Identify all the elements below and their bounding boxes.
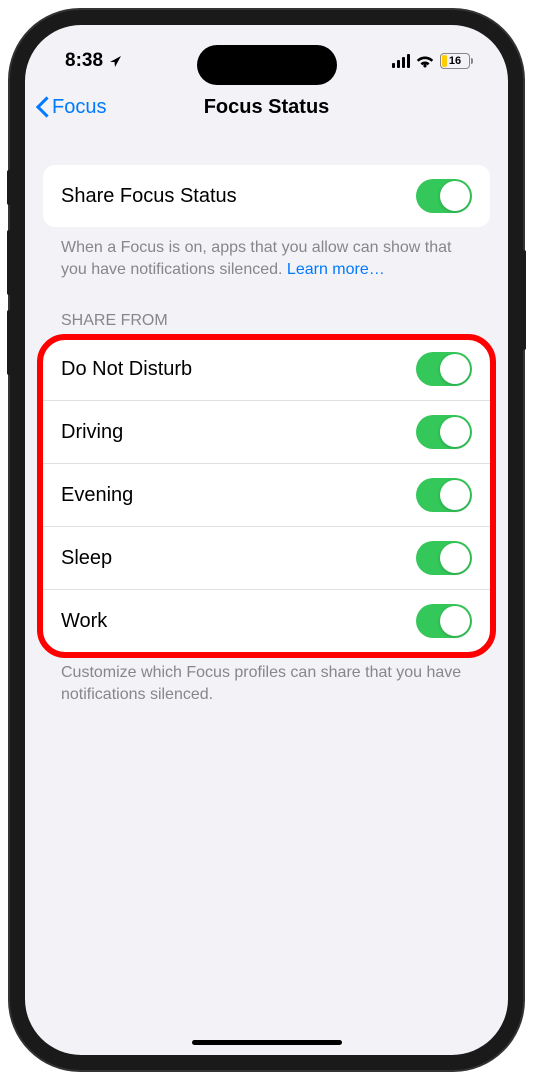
share-focus-group: Share Focus Status <box>43 165 490 227</box>
chevron-left-icon <box>35 95 49 119</box>
phone-screen: 8:38 16 <box>25 25 508 1055</box>
power-button <box>522 250 526 350</box>
dynamic-island <box>197 45 337 85</box>
content-area: Share Focus Status When a Focus is on, a… <box>25 133 508 705</box>
share-from-footer: Customize which Focus profiles can share… <box>43 652 490 705</box>
row-label: Work <box>61 610 107 633</box>
volume-down <box>7 310 11 375</box>
share-from-header: Share From <box>43 280 490 338</box>
navigation-bar: Focus Focus Status <box>25 85 508 133</box>
share-focus-footer: When a Focus is on, apps that you allow … <box>43 227 490 280</box>
row-label: Evening <box>61 484 133 507</box>
location-icon <box>108 54 123 69</box>
status-right: 16 <box>392 53 473 69</box>
driving-toggle[interactable] <box>416 415 472 449</box>
share-focus-status-label: Share Focus Status <box>61 185 237 208</box>
page-title: Focus Status <box>204 96 330 119</box>
evening-toggle[interactable] <box>416 478 472 512</box>
row-label: Sleep <box>61 547 112 570</box>
share-from-group: Do Not Disturb Driving Evening Sleep <box>43 338 490 652</box>
row-label: Driving <box>61 421 123 444</box>
work-toggle[interactable] <box>416 604 472 638</box>
battery-level: 16 <box>449 55 461 67</box>
cellular-signal-icon <box>392 54 410 68</box>
row-label: Do Not Disturb <box>61 358 192 381</box>
share-from-highlighted: Do Not Disturb Driving Evening Sleep <box>43 338 490 652</box>
share-from-do-not-disturb-row: Do Not Disturb <box>43 338 490 400</box>
do-not-disturb-toggle[interactable] <box>416 352 472 386</box>
share-focus-status-row: Share Focus Status <box>43 165 490 227</box>
mute-switch <box>7 170 11 205</box>
home-indicator[interactable] <box>192 1040 342 1045</box>
sleep-toggle[interactable] <box>416 541 472 575</box>
back-label: Focus <box>52 96 106 119</box>
phone-frame: 8:38 16 <box>10 10 523 1070</box>
share-from-driving-row: Driving <box>43 400 490 463</box>
share-from-sleep-row: Sleep <box>43 526 490 589</box>
share-from-evening-row: Evening <box>43 463 490 526</box>
wifi-icon <box>415 54 435 69</box>
volume-up <box>7 230 11 295</box>
share-from-work-row: Work <box>43 589 490 652</box>
status-time-area: 8:38 <box>65 50 123 72</box>
learn-more-link[interactable]: Learn more… <box>287 261 385 278</box>
status-time: 8:38 <box>65 50 103 72</box>
back-button[interactable]: Focus <box>35 95 106 119</box>
share-focus-status-toggle[interactable] <box>416 179 472 213</box>
battery-icon: 16 <box>440 53 473 69</box>
